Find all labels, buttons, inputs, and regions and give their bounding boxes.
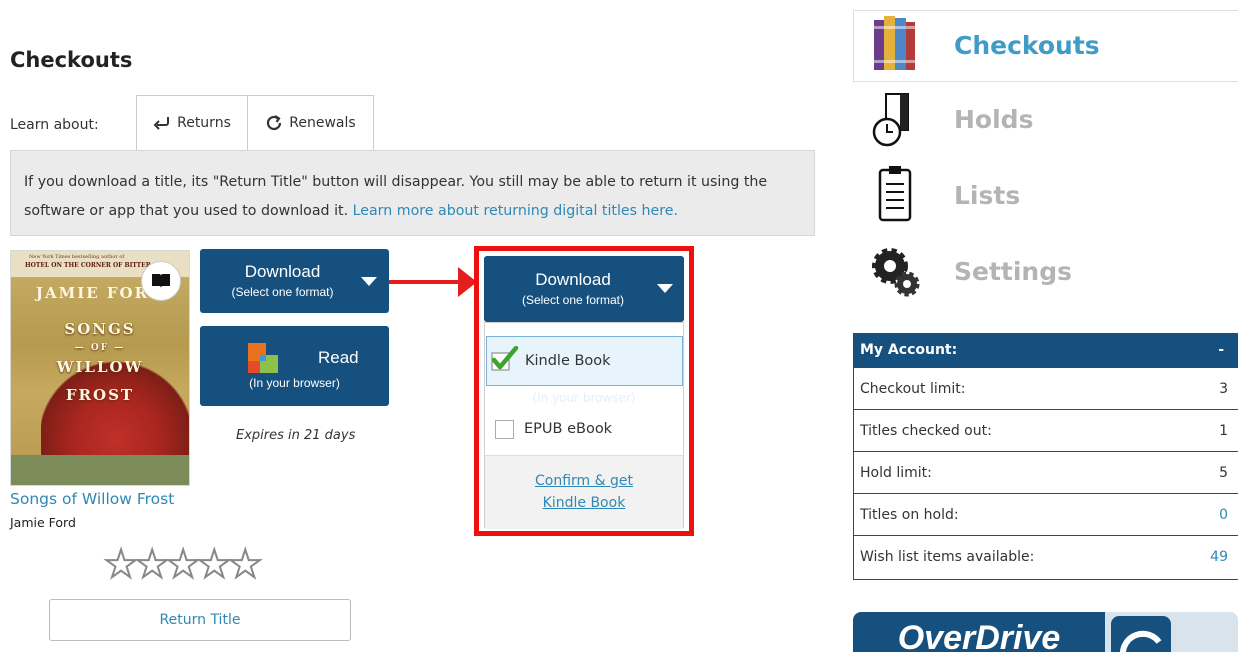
gears-icon [870,238,920,304]
confirm-area: Confirm & get Kindle Book [485,455,683,529]
row-value: 3 [1219,381,1228,397]
ghost-text: (In your browser) [532,391,636,405]
checked-checkbox-icon[interactable] [489,345,519,376]
cover-tagline: New York Times bestselling author of [29,254,125,260]
book-author: Jamie Ford [10,515,76,530]
expiration-text: Expires in 21 days [236,428,356,443]
tab-renewals-label: Renewals [289,115,356,131]
row-label: Hold limit: [860,465,932,481]
table-row: Titles checked out: 1 [854,409,1238,452]
my-account-header: My Account: - [854,334,1238,367]
overdrive-circle-icon [1111,616,1171,652]
table-row: Checkout limit: 3 [854,367,1238,410]
download-dropdown-button[interactable]: Download (Select one format) [484,256,684,322]
nav-label-lists: Lists [954,180,1021,210]
my-account-title: My Account: [860,342,958,358]
book-title-link[interactable]: Songs of Willow Frost [10,490,174,508]
nav-item-lists[interactable]: Lists [870,160,1020,230]
row-value: 1 [1219,423,1228,439]
refresh-icon [265,114,283,132]
read-button-label: Read [318,348,359,367]
returning-titles-link[interactable]: Learn more about returning digital title… [353,203,678,219]
row-label: Checkout limit: [860,381,966,397]
row-label: Titles on hold: [860,507,959,523]
table-row: Titles on hold: 0 [854,493,1238,536]
format-option-kindle[interactable]: Kindle Book [486,336,683,386]
tab-renewals[interactable]: Renewals [247,95,374,150]
row-value: 5 [1219,465,1228,481]
nav-label-settings: Settings [954,256,1073,286]
row-value-link[interactable]: 0 [1219,494,1228,536]
row-value-link[interactable]: 49 [1210,536,1228,578]
read-squares-icon [248,343,278,378]
format-option-label: Kindle Book [525,353,611,369]
return-arrow-icon [153,116,171,130]
nav-label-holds: Holds [954,104,1034,134]
caret-down-icon [657,284,673,293]
cover-title-line: FROST [65,386,135,404]
read-in-browser-button[interactable]: Read (In your browser) [200,326,389,406]
cover-ground [11,455,189,485]
page-title: Checkouts [10,48,133,72]
return-title-button[interactable]: Return Title [49,599,351,641]
collapse-toggle[interactable]: - [1218,334,1224,367]
cover-previous-title: HOTEL ON THE CORNER OF BITTER [25,262,151,269]
dropdown-button-sub: (Select one format) [521,293,625,307]
clock-book-icon [870,86,920,152]
cover-title-line: SONGS [64,320,136,338]
table-row: Wish list items available: 49 [854,535,1238,578]
overdrive-logo: OverDrive [853,612,1105,652]
download-button[interactable]: Download (Select one format) [200,249,389,313]
table-row: Hold limit: 5 [854,451,1238,494]
cover-title-line: WILLOW [56,358,144,376]
learn-about-label: Learn about: [10,117,99,133]
tab-returns[interactable]: Returns [136,95,248,150]
nav-item-checkouts[interactable]: Checkouts [870,10,1100,80]
cover-title-block: SONGS — OF — WILLOW FROST [11,315,189,409]
clipboard-icon [870,162,920,228]
confirm-line: Confirm & get [535,473,633,489]
format-dropdown-menu: (In your browser) Kindle Book EPUB eBook… [484,322,684,529]
confirm-kindle-link[interactable]: Confirm & get Kindle Book [485,470,683,514]
cover-title-line: — OF — [74,343,126,353]
row-label: Wish list items available: [860,549,1035,565]
format-option-epub[interactable]: EPUB eBook [485,404,683,454]
row-label: Titles checked out: [860,423,992,439]
open-book-icon[interactable] [141,261,181,301]
dropdown-button-label: Download [535,270,611,289]
nav-label-checkouts: Checkouts [954,30,1100,60]
confirm-line: Kindle Book [542,495,626,511]
caret-down-icon [361,277,377,286]
red-arrow-shaft [389,280,469,284]
download-button-label: Download [244,262,321,281]
tab-returns-label: Returns [177,115,231,131]
format-option-label: EPUB eBook [524,421,613,437]
checkbox[interactable] [495,419,514,439]
download-button-sub: (Select one format) [231,285,334,299]
books-icon [870,12,920,78]
nav-item-settings[interactable]: Settings [870,236,1072,306]
my-account-table: My Account: - Checkout limit: 3 Titles c… [853,333,1238,580]
returns-info-box: If you download a title, its "Return Tit… [10,150,815,236]
nav-item-holds[interactable]: Holds [870,84,1033,154]
star-rating[interactable]: ★★★★★ [103,541,263,587]
overdrive-banner[interactable]: OverDrive [853,612,1238,652]
read-button-sub: (In your browser) [249,376,340,390]
